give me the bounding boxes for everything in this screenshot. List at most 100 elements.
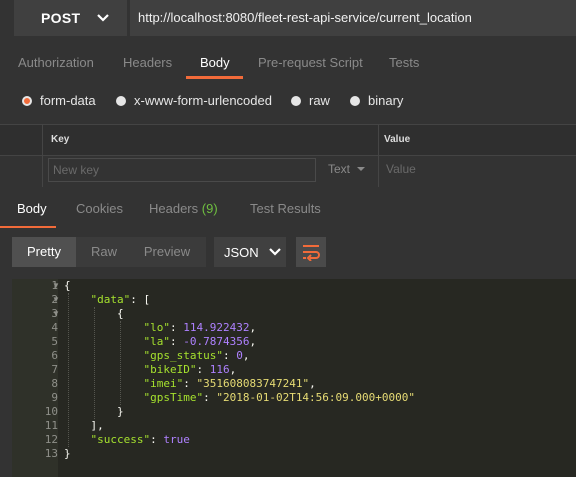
code-line: "la": -0.7874356, [64,335,256,349]
code-line: } [64,405,124,419]
active-response-tab-indicator [0,226,56,228]
response-tab-headers-label: Headers [149,201,199,216]
new-key-input[interactable]: New key [48,158,316,182]
method-label: POST [41,10,81,26]
code-line: "data": [ [64,293,151,307]
response-tab-headers[interactable]: Headers (9) [149,201,218,216]
caret-down-icon [357,167,366,171]
code-line: "gps_status": 0, [64,349,249,363]
line-number: 10 [44,405,58,418]
new-value-input[interactable]: Value [386,162,416,176]
line-number-gutter: 1 2 3 4 5 6 7 8 9 10 11 12 13 ▼ ▼ ▼ [12,279,60,477]
tab-tests[interactable]: Tests [389,55,419,71]
code-token: : [150,433,164,446]
response-tab-test-results[interactable]: Test Results [250,201,321,216]
code-line: "success": true [64,433,190,447]
code-token: : [169,321,184,334]
line-number: 13 [44,447,58,460]
code-token: "success" [90,433,151,446]
code-token: : [196,363,210,376]
column-divider [42,124,43,187]
fold-toggle-icon[interactable]: ▼ [52,307,60,321]
code-token: } [64,447,71,460]
code-token: "gpsTime" [143,391,204,404]
column-header-value: Value [384,134,411,145]
response-tab-cookies[interactable]: Cookies [76,201,123,216]
code-line: "bikeID": 116, [64,363,236,377]
code-token: { [64,307,124,320]
view-pretty-button[interactable]: Pretty [12,237,76,267]
code-token: "data" [90,293,131,306]
line-number: 5 [51,335,58,348]
radio-form-data-label: form-data [40,93,96,108]
code-token: : [203,391,217,404]
code-token: } [64,405,124,418]
line-number: 8 [51,377,58,390]
code-token: , [249,335,257,348]
code-token: : [183,377,197,390]
line-number: 11 [44,419,58,432]
radio-icon [350,95,360,106]
code-token: "lo" [143,321,170,334]
tab-pre-request-script[interactable]: Pre-request Script [258,55,363,71]
response-body-viewer[interactable]: 1 2 3 4 5 6 7 8 9 10 11 12 13 ▼ ▼ ▼ { "d… [12,279,576,477]
radio-binary-label: binary [368,93,404,108]
chevron-down-icon [97,14,110,22]
tab-headers[interactable]: Headers [123,55,172,71]
radio-icon [291,95,301,106]
line-number: 12 [44,433,58,446]
url-input[interactable]: http://localhost:8080/fleet-rest-api-ser… [130,0,576,36]
method-select[interactable]: POST [14,0,127,36]
code-token: : [222,349,237,362]
radio-raw[interactable]: raw [291,93,330,108]
format-select[interactable]: JSON [214,237,286,267]
radio-icon [116,95,126,106]
fold-toggle-icon[interactable]: ▼ [52,279,60,293]
code-token: "351608083747241" [196,377,310,390]
code-line: } [64,447,71,461]
tab-body[interactable]: Body [200,55,230,71]
param-type-select[interactable]: Text [328,162,366,176]
code-token: : [ [130,293,151,306]
code-token: "la" [143,335,170,348]
code-token: , [229,363,237,376]
view-preview-button[interactable]: Preview [132,237,202,267]
param-type-label: Text [328,162,351,176]
fold-toggle-icon[interactable]: ▼ [52,293,60,307]
column-divider [378,124,379,187]
code-line: "lo": 114.922432, [64,321,256,335]
code-token: { [64,279,71,292]
radio-binary[interactable]: binary [350,93,403,108]
code-line: "gpsTime": "2018-01-02T14:56:09.000+0000… [64,391,415,405]
headers-count-badge: (9) [201,201,218,216]
wrap-lines-button[interactable] [296,237,326,267]
radio-raw-label: raw [309,93,330,108]
code-line: "imei": "351608083747241", [64,377,315,391]
response-tab-body[interactable]: Body [17,201,47,216]
code-token: "bikeID" [143,363,197,376]
column-header-key: Key [51,134,70,145]
code-token: 114.922432 [183,321,250,334]
code-token: true [163,433,190,446]
code-token: , [249,321,257,334]
code-line: { [64,307,124,321]
chevron-down-icon [268,248,281,256]
code-token: ], [64,419,104,432]
code-line: { [64,279,71,293]
radio-urlencoded[interactable]: x-www-form-urlencoded [116,93,272,108]
line-number: 6 [51,349,58,362]
radio-urlencoded-label: x-www-form-urlencoded [134,93,272,108]
code-token: "imei" [143,377,184,390]
tab-authorization[interactable]: Authorization [18,55,94,71]
radio-form-data[interactable]: form-data [22,93,96,108]
code-token: -0.7874356 [183,335,250,348]
view-raw-button[interactable]: Raw [76,237,132,267]
view-mode-group: Pretty Raw Preview [12,237,206,267]
